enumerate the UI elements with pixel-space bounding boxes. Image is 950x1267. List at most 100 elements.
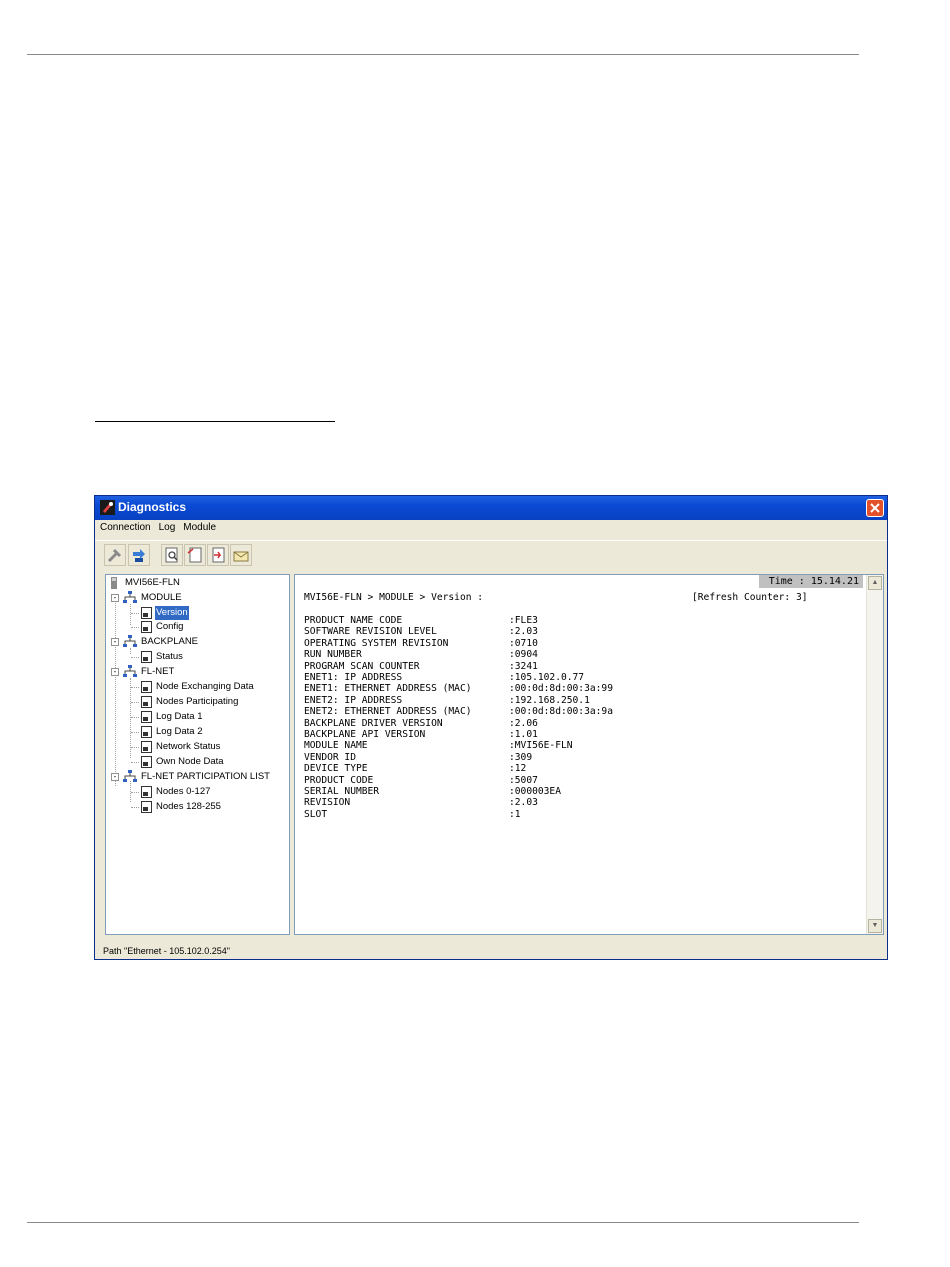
info-value: :1 [509,808,521,820]
tree-line [115,596,116,786]
page-rule-bottom [27,1222,859,1223]
collapse-icon[interactable]: - [111,638,119,646]
info-value: :2.03 [509,626,538,638]
info-key: REVISION [304,797,351,809]
page-icon [141,786,152,798]
disconnect-button[interactable] [104,544,126,566]
info-key: BACKPLANE API VERSION [304,729,426,740]
info-value: :2.03 [509,797,538,809]
find-icon [165,547,178,563]
tree-item-label: Config [156,621,184,632]
vertical-scrollbar[interactable]: ▲ ▼ [866,575,883,934]
page-icon [141,741,152,753]
info-value: :192.168.250.1 [509,694,590,706]
page-icon [141,726,152,738]
navigation-tree: MVI56E-FLN - MODULE Version Config - BAC… [105,574,290,935]
tree-item-label: Nodes Participating [156,696,239,707]
tree-item-label: Network Status [156,741,221,752]
tree-line [131,613,139,614]
status-bar-path: Path "Ethernet - 105.102.0.254" [103,946,230,956]
tree-line [130,648,131,654]
info-value: :3241 [509,660,538,672]
tree-item-label: FL-NET PARTICIPATION LIST [141,771,270,782]
info-key: PROGRAM SCAN COUNTER [304,660,420,672]
tree-item-label: Nodes 128-255 [156,801,221,812]
file-icon [187,547,202,563]
page-icon [141,711,152,723]
info-value: :309 [509,751,533,763]
info-key: SOFTWARE REVISION LEVEL [304,626,437,638]
info-key: VENDOR ID [304,751,356,763]
tree-line [131,687,139,688]
info-key: OPERATING SYSTEM REVISION [304,637,449,649]
info-key: RUN NUMBER [304,649,362,661]
menu-module[interactable]: Module [178,520,219,533]
network-icon [123,770,137,782]
time-readout: Time : 15.14.21 [758,575,863,588]
info-value: :FLE3 [509,615,538,626]
menu-log[interactable]: Log [154,520,179,533]
network-icon [123,665,137,677]
info-key: MODULE NAME [304,740,368,752]
collapse-icon[interactable]: - [111,773,119,781]
close-button[interactable] [866,499,884,517]
collapse-icon[interactable]: - [111,594,119,602]
send-icon [212,547,225,563]
tree-line [130,678,131,758]
page-icon [141,651,152,663]
connect-button[interactable] [128,544,150,566]
tree-line [131,732,139,733]
output-breadcrumb: MVI56E-FLN > MODULE > Version : [304,592,484,603]
network-icon [123,635,137,647]
tree-item-label: Status [156,651,183,662]
info-key: SLOT [304,808,328,820]
info-key: ENET1: ETHERNET ADDRESS (MAC) [304,683,472,695]
tree-item-label: Node Exchanging Data [156,681,254,692]
tree-item-label: Own Node Data [156,756,224,767]
info-value: :00:0d:8d:00:3a:99 [509,683,613,695]
info-key: SERIAL NUMBER [304,786,380,797]
title-bar[interactable]: Diagnostics [95,496,887,520]
info-value: :000003EA [509,786,561,797]
tree-line [131,702,139,703]
info-key: PRODUCT NAME CODE [304,615,403,626]
info-value: :105.102.0.77 [509,672,585,683]
version-output-panel[interactable]: Time : 15.14.21 MVI56E-FLN > MODULE > Ve… [294,574,884,935]
page-icon [141,756,152,768]
info-value: :00:0d:8d:00:3a:9a [509,706,613,718]
app-icon [100,500,115,515]
page-icon [141,801,152,813]
network-icon [123,591,137,603]
info-value: :0710 [509,637,538,649]
send-button[interactable] [207,544,229,566]
info-value: :5007 [509,774,538,786]
info-key: DEVICE TYPE [304,763,368,775]
tree-line [131,717,139,718]
info-value: :MVI56E-FLN [509,740,573,752]
page-icon [141,681,152,693]
tree-item-label: FL-NET [141,666,175,677]
find-button[interactable] [161,544,183,566]
refresh-counter: [Refresh Counter: 3] [692,592,808,603]
mail-icon [233,551,249,562]
tree-item-label: MODULE [141,592,182,603]
page-icon [141,696,152,708]
file-button[interactable] [184,544,206,566]
info-key: PRODUCT CODE [304,774,374,786]
scroll-down-button[interactable]: ▼ [868,919,882,933]
heading-underline [95,421,335,422]
info-value: :1.01 [509,729,538,740]
menu-bar: Connection Log Module [95,520,887,537]
mail-button[interactable] [230,544,252,566]
info-key: BACKPLANE DRIVER VERSION [304,717,443,729]
tree-line [131,762,139,763]
scroll-up-button[interactable]: ▲ [868,576,882,590]
tree-item-label: MVI56E-FLN [125,577,180,588]
tree-item-label: Version [155,606,189,620]
info-key: ENET2: IP ADDRESS [304,694,403,706]
tree-item-label: Log Data 1 [156,711,203,722]
collapse-icon[interactable]: - [111,668,119,676]
window-title: Diagnostics [118,500,187,514]
tree-line [131,807,139,808]
menu-connection[interactable]: Connection [95,520,154,533]
